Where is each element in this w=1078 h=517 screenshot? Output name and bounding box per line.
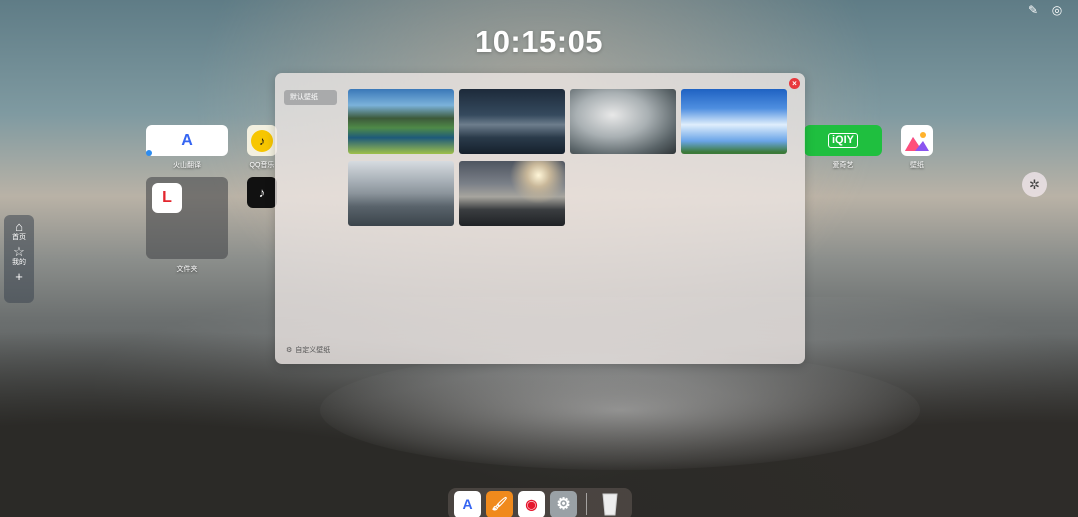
paintbrush-icon: 🖌 — [491, 496, 508, 511]
tiktok-icon: ♪ — [258, 185, 266, 200]
home-icon: ⌂ — [15, 219, 23, 234]
leshi-app-icon: L — [152, 183, 182, 213]
sidebar-item-mine[interactable]: ☆ 我的 — [12, 245, 26, 267]
app-label: 火山翻译 — [173, 162, 201, 169]
wallpaper-thumb-misty-hills[interactable] — [459, 89, 565, 154]
system-tray: ✎ ◎ — [1026, 3, 1064, 17]
wallpaper-thumb-ice-texture[interactable] — [570, 89, 676, 154]
app-tile-wallpaper[interactable] — [901, 125, 933, 156]
app-label: 爱奇艺 — [832, 162, 854, 169]
assistant-icon: ✲ — [1029, 176, 1040, 192]
dock-app-settings[interactable]: ⚙ — [550, 490, 577, 517]
app-tile-qq-music[interactable]: ♪ — [247, 125, 277, 156]
wallpaper-thumb-sunset-coast[interactable] — [459, 161, 565, 226]
weibo-icon: ◉ — [525, 495, 538, 512]
close-button[interactable]: × — [789, 78, 800, 89]
sidebar-item-label: 我的 — [12, 259, 26, 266]
wallpaper-thumb-cloud-sea[interactable] — [348, 161, 454, 226]
app-tile-iqiyi[interactable]: iQIY — [804, 125, 882, 156]
wallpaper-app-icon — [905, 131, 929, 151]
dock-app-weibo[interactable]: ◉ — [518, 490, 545, 517]
gear-icon: ⚙ — [556, 496, 571, 513]
iqiyi-icon: iQIY — [827, 133, 858, 148]
custom-wallpaper-button[interactable]: ⚙ 自定义壁纸 — [286, 345, 330, 355]
volcano-translate-icon: A — [181, 131, 193, 149]
folder-label: 文件夹 — [176, 266, 198, 273]
trash-icon — [601, 493, 618, 516]
edit-icon[interactable]: ✎ — [1026, 3, 1040, 17]
wallpaper-thumb-blue-sky[interactable] — [681, 89, 787, 154]
plus-icon: + — [15, 269, 23, 284]
clock: 10:15:05 — [474, 24, 604, 59]
user-circle-icon[interactable]: ◎ — [1050, 3, 1064, 17]
folder-tile[interactable]: L — [146, 177, 228, 259]
dock-separator — [586, 493, 587, 515]
dock-app-paint[interactable]: 🖌 — [486, 490, 513, 517]
volcano-translate-icon: A — [462, 496, 473, 512]
dock: A 🖌 ◉ ⚙ — [448, 488, 632, 517]
wallpaper-picker-panel: × 默认壁纸 ⚙ 自定义壁纸 — [275, 73, 805, 364]
assistant-floating-button[interactable]: ✲ — [1022, 172, 1047, 197]
settings-icon: ⚙ — [286, 347, 293, 354]
app-label: 壁纸 — [910, 162, 924, 169]
dock-app-volcano-translate[interactable]: A — [454, 490, 481, 517]
wallpaper-lake — [320, 350, 920, 470]
sidebar-item-home[interactable]: ⌂ 首页 — [12, 220, 26, 242]
qq-music-icon: ♪ — [251, 129, 273, 152]
app-tile-tiktok[interactable]: ♪ — [247, 177, 277, 208]
wallpaper-thumb-lake-mountains[interactable] — [348, 89, 454, 154]
sidebar-add-button[interactable]: + — [15, 270, 23, 284]
notification-dot — [146, 150, 152, 156]
left-sidebar: ⌂ 首页 ☆ 我的 + — [4, 215, 34, 303]
custom-wallpaper-label: 自定义壁纸 — [295, 347, 331, 354]
app-tile-volcano-translate[interactable]: A — [146, 125, 228, 156]
sidebar-item-label: 首页 — [12, 234, 26, 241]
category-default-wallpapers[interactable]: 默认壁纸 — [284, 90, 337, 105]
star-icon: ☆ — [13, 244, 25, 259]
dock-trash[interactable] — [596, 491, 623, 517]
